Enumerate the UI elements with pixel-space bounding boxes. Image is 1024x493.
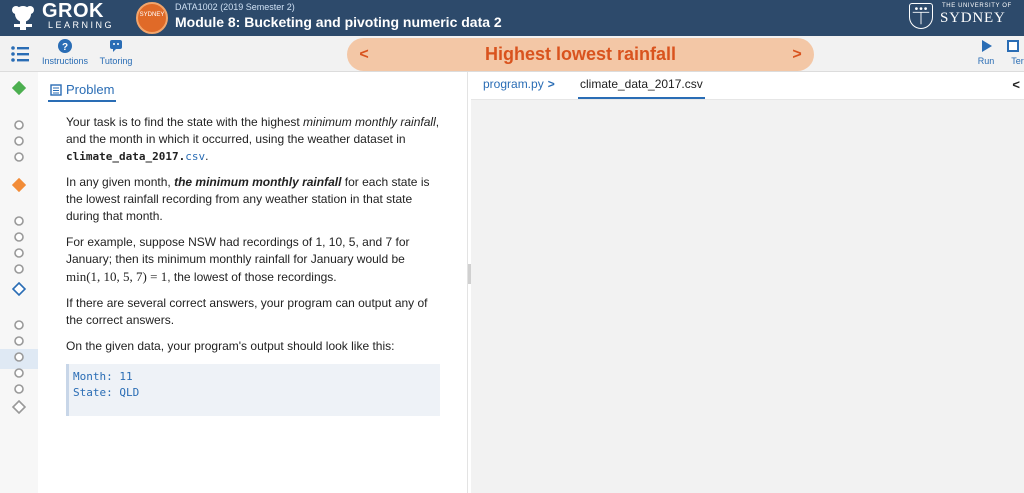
- tab-climate-data-csv-label: climate_data_2017.csv: [580, 77, 703, 91]
- tutoring-label: Tutoring: [99, 56, 133, 66]
- run-label: Run: [977, 56, 995, 66]
- definition-term: the minimum monthly rainfall: [174, 175, 342, 189]
- task-period: .: [205, 149, 209, 163]
- course-badge[interactable]: SYDNEY: [136, 2, 168, 34]
- terminal-button[interactable]: Terr: [1004, 39, 1024, 66]
- grok-logo-icon: [12, 6, 34, 30]
- progress-rail: [0, 72, 38, 493]
- example-math: min(1, 10, 5, 7) = 1: [66, 269, 168, 284]
- rail-circle-icon[interactable]: [12, 334, 26, 348]
- course-code[interactable]: DATA1002 (2019 Semester 2): [175, 2, 295, 12]
- file-tabs: program.py > climate_data_2017.csv <: [471, 72, 1024, 100]
- tab-problem-label: Problem: [66, 82, 115, 97]
- chat-icon: [110, 40, 122, 52]
- task-paragraph: Your task is to find the state with the …: [66, 114, 440, 165]
- terminal-icon: [1007, 40, 1019, 52]
- help-icon: ?: [58, 39, 72, 53]
- svg-text:?: ?: [62, 42, 68, 53]
- brand-subtitle: LEARNING: [48, 20, 115, 30]
- play-icon: [982, 40, 992, 52]
- definition-paragraph: In any given month, the minimum monthly …: [66, 174, 440, 225]
- rail-circle-icon[interactable]: [12, 214, 26, 228]
- next-problem-button[interactable]: >: [788, 46, 806, 64]
- rail-circle-icon[interactable]: [12, 134, 26, 148]
- expected-output-paragraph: On the given data, your program's output…: [66, 339, 395, 353]
- terminal-label: Terr: [1011, 56, 1024, 66]
- university-label-small: THE UNIVERSITY OF: [942, 3, 1012, 9]
- multiple-answers-paragraph: If there are several correct answers, yo…: [66, 296, 428, 327]
- rail-diamond-icon[interactable]: [12, 81, 26, 95]
- dataset-extension: csv: [185, 150, 206, 163]
- tab-program-py-label: program.py: [483, 77, 544, 91]
- dataset-filename: climate_data_2017.: [66, 150, 186, 163]
- task-text: Your task is to find the state with the …: [66, 115, 304, 129]
- rail-circle-icon[interactable]: [12, 262, 26, 276]
- tab-climate-data-csv[interactable]: climate_data_2017.csv: [578, 77, 705, 99]
- rail-circle-icon[interactable]: [12, 382, 26, 396]
- example-paragraph: For example, suppose NSW had recordings …: [66, 234, 440, 286]
- example-text-2: , the lowest of those recordings.: [167, 270, 337, 284]
- rail-circle-icon[interactable]: [12, 150, 26, 164]
- rail-circle-icon[interactable]: [12, 366, 26, 380]
- tutoring-button[interactable]: Tutoring: [96, 39, 136, 66]
- instructions-button[interactable]: ? Instructions: [40, 39, 90, 66]
- chevron-right-icon: >: [547, 77, 555, 91]
- top-header: GROK LEARNING SYDNEY DATA1002 (2019 Seme…: [0, 0, 1024, 36]
- rail-circle-icon[interactable]: [12, 230, 26, 244]
- instructions-label: Instructions: [41, 56, 89, 66]
- editor-area[interactable]: program.py > climate_data_2017.csv <: [471, 72, 1024, 493]
- problem-list-menu-icon[interactable]: [10, 44, 30, 64]
- course-badge-label: SYDNEY: [139, 12, 165, 18]
- tab-program-py[interactable]: program.py >: [481, 77, 557, 99]
- example-text: For example, suppose NSW had recordings …: [66, 235, 410, 266]
- document-icon: [50, 83, 62, 96]
- task-emphasis: minimum monthly rainfall: [303, 115, 436, 129]
- university-name: SYDNEY: [940, 10, 1006, 26]
- module-title[interactable]: Module 8: Bucketing and pivoting numeric…: [175, 14, 502, 30]
- problem-title: Highest lowest rainfall: [484, 44, 677, 64]
- university-crest-icon: [909, 3, 933, 29]
- expected-output-code: Month: 11 State: QLD: [66, 364, 440, 416]
- rail-circle-icon[interactable]: [12, 246, 26, 260]
- collapse-panel-button[interactable]: <: [1012, 77, 1020, 92]
- rail-circle-icon[interactable]: [12, 118, 26, 132]
- rail-diamond-icon[interactable]: [12, 282, 26, 296]
- toolbar: ? Instructions Tutoring < Highest lowest…: [0, 36, 1024, 72]
- rail-diamond-icon[interactable]: [12, 178, 26, 192]
- problem-title-banner: < Highest lowest rainfall >: [347, 38, 814, 71]
- definition-text: In any given month,: [66, 175, 175, 189]
- rail-circle-icon[interactable]: [12, 318, 26, 332]
- tab-problem[interactable]: Problem: [48, 76, 117, 102]
- problem-description: Your task is to find the state with the …: [66, 114, 440, 416]
- rail-diamond-icon[interactable]: [12, 400, 26, 414]
- rail-circle-icon[interactable]: [12, 350, 26, 364]
- problem-panel: Problem Your task is to find the state w…: [40, 72, 468, 493]
- run-button[interactable]: Run: [974, 39, 998, 66]
